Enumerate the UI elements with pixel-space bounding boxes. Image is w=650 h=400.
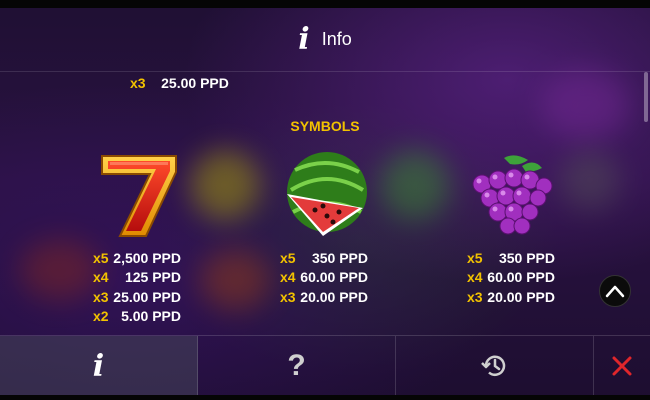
pay-multiplier: x3 xyxy=(130,75,146,91)
pay-value: 25.00 PPD xyxy=(161,75,229,91)
question-icon: ? xyxy=(287,349,306,382)
pay-value: 350 PPD xyxy=(311,249,368,266)
pay-value: 5.00 PPD xyxy=(121,308,181,325)
background-blob xyxy=(380,150,450,220)
previous-pay-row: x3 25.00 PPD xyxy=(130,75,229,91)
pay-value: 350 PPD xyxy=(498,249,555,266)
background-blob xyxy=(200,250,270,310)
pay-multiplier: x3 xyxy=(467,288,483,305)
seven-icon xyxy=(101,155,177,237)
pay-multiplier: x5 xyxy=(280,249,296,266)
page-title: Info xyxy=(321,29,352,49)
pay-row: x3 20.00 PPD xyxy=(467,287,555,307)
pay-multiplier: x5 xyxy=(467,249,483,266)
pay-multiplier: x3 xyxy=(93,288,109,305)
grapes-paytable: x5 350 PPD x4 60.00 PPD x3 20.00 PPD xyxy=(467,248,555,307)
pay-value: 2,500 PPD xyxy=(113,249,181,266)
pay-row: x5 350 PPD xyxy=(280,248,368,268)
pay-value: 60.00 PPD xyxy=(487,269,555,286)
pay-value: 25.00 PPD xyxy=(113,288,181,305)
pay-value: 20.00 PPD xyxy=(487,288,555,305)
seven-symbol xyxy=(80,150,200,240)
pay-value: 20.00 PPD xyxy=(300,288,368,305)
symbols-section-title: SYMBOLS xyxy=(290,118,360,134)
pay-row: x3 25.00 PPD xyxy=(93,287,181,307)
bottom-tab-bar: i ? xyxy=(0,335,650,396)
scroll-to-top-button[interactable] xyxy=(599,275,631,307)
background-blob xyxy=(20,240,100,300)
pay-value: 125 PPD xyxy=(124,269,181,286)
pay-multiplier: x5 xyxy=(93,249,109,266)
info-icon: i xyxy=(92,348,105,384)
background-blob xyxy=(190,150,260,220)
pay-multiplier: x4 xyxy=(93,269,109,286)
info-icon: i xyxy=(298,21,310,57)
scrollbar-thumb[interactable] xyxy=(644,72,648,122)
pay-multiplier: x2 xyxy=(93,308,109,325)
pay-row: x2 5.00 PPD xyxy=(93,307,181,327)
watermelon-paytable: x5 350 PPD x4 60.00 PPD x3 20.00 PPD xyxy=(280,248,368,307)
tab-info[interactable]: i xyxy=(0,336,198,396)
pay-row: x4 125 PPD xyxy=(93,268,181,288)
close-icon xyxy=(612,356,632,376)
pay-multiplier: x3 xyxy=(280,288,296,305)
top-strip xyxy=(0,0,650,8)
pay-row: x4 60.00 PPD xyxy=(467,268,555,288)
chevron-up-icon xyxy=(605,285,625,298)
pay-multiplier: x4 xyxy=(280,269,296,286)
grapes-icon xyxy=(472,155,553,235)
grapes-symbol xyxy=(450,150,570,240)
info-header: i Info xyxy=(0,8,650,72)
pay-row: x4 60.00 PPD xyxy=(280,268,368,288)
pay-row: x5 350 PPD xyxy=(467,248,555,268)
tab-history[interactable] xyxy=(396,336,594,396)
paytable-screen: i Info x3 25.00 PPD SYMBOLS x5 2,500 PPD… xyxy=(0,0,650,400)
bottom-strip xyxy=(0,395,650,400)
pay-row: x5 2,500 PPD xyxy=(93,248,181,268)
pay-row: x3 20.00 PPD xyxy=(280,287,368,307)
seven-paytable: x5 2,500 PPD x4 125 PPD x3 25.00 PPD x2 … xyxy=(93,248,181,326)
history-icon xyxy=(480,355,505,377)
pay-multiplier: x4 xyxy=(467,269,483,286)
close-button[interactable] xyxy=(594,336,650,396)
pay-value: 60.00 PPD xyxy=(300,269,368,286)
watermelon-symbol xyxy=(265,150,385,240)
watermelon-icon xyxy=(287,152,367,236)
tab-help[interactable]: ? xyxy=(198,336,396,396)
